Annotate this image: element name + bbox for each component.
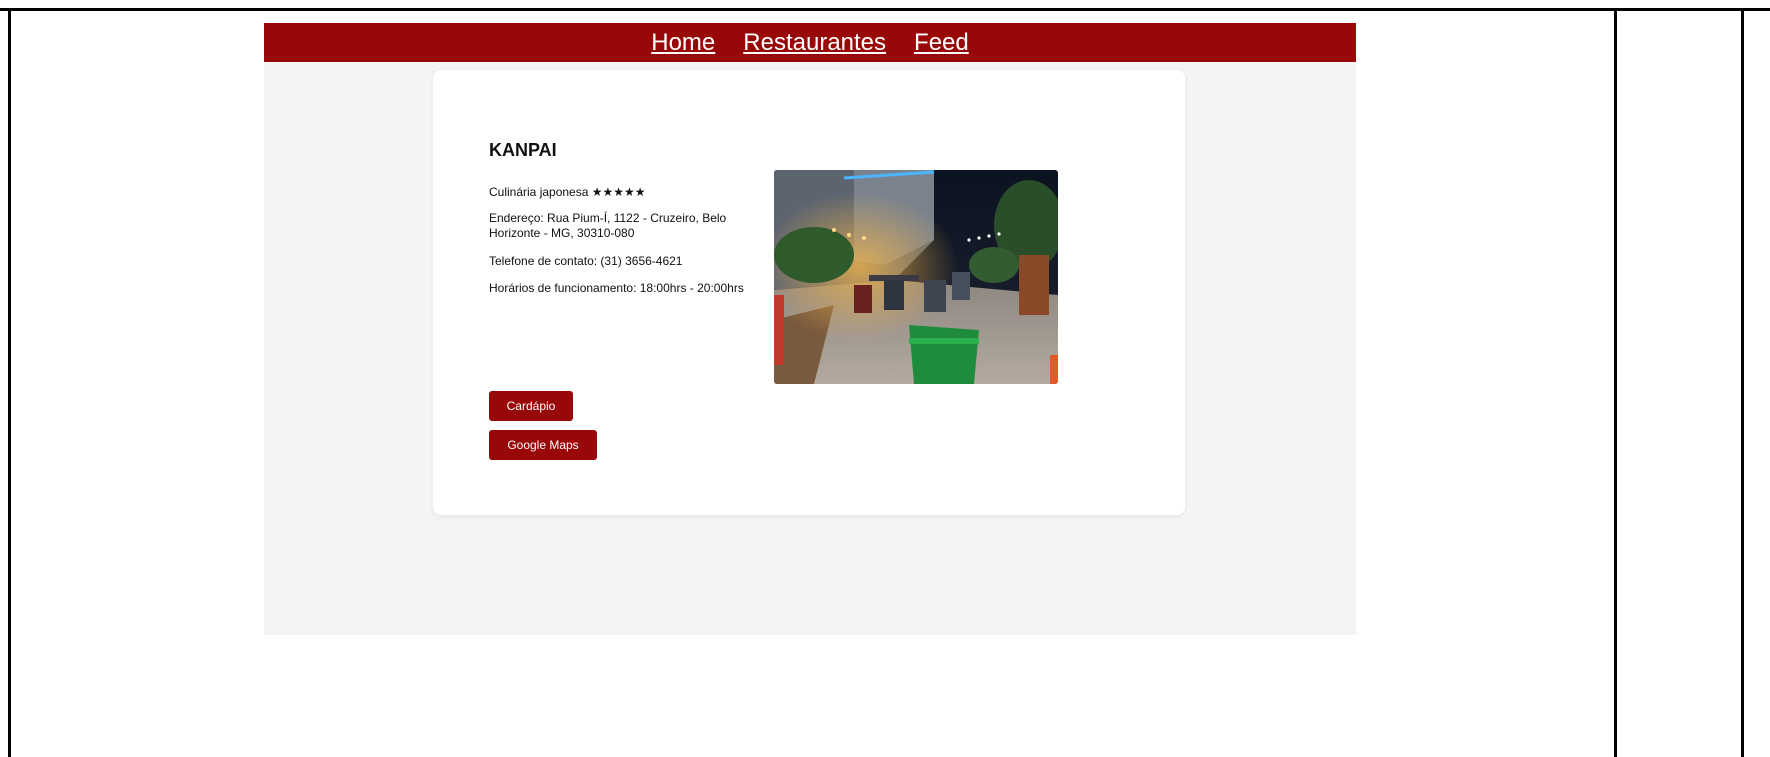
restaurant-name: KANPAI (489, 140, 557, 160)
frame-left-border (8, 8, 11, 757)
page-container: Home Restaurantes Feed KANPAI Culinária … (264, 23, 1356, 635)
menu-button[interactable]: Cardápio (489, 391, 573, 421)
nav-link-restaurantes[interactable]: Restaurantes (743, 29, 886, 57)
restaurant-phone: Telefone de contato: (31) 3656-4621 (489, 254, 683, 268)
restaurant-photo (774, 170, 1058, 384)
frame-column-divider-right (1741, 8, 1744, 757)
google-maps-button[interactable]: Google Maps (489, 430, 597, 460)
restaurant-card: KANPAI Culinária japonesa ★★★★★ Endereço… (433, 70, 1185, 515)
navbar: Home Restaurantes Feed (264, 23, 1356, 62)
frame-top-border (0, 8, 1770, 11)
restaurant-cuisine-rating: Culinária japonesa ★★★★★ (489, 185, 646, 199)
restaurant-address: Endereço: Rua Pium-Í, 1122 - Cruzeiro, B… (489, 211, 727, 240)
nav-link-home[interactable]: Home (651, 29, 715, 57)
frame-column-divider (1614, 8, 1617, 757)
nav-link-feed[interactable]: Feed (914, 29, 969, 57)
restaurant-hours: Horários de funcionamento: 18:00hrs - 20… (489, 281, 744, 295)
